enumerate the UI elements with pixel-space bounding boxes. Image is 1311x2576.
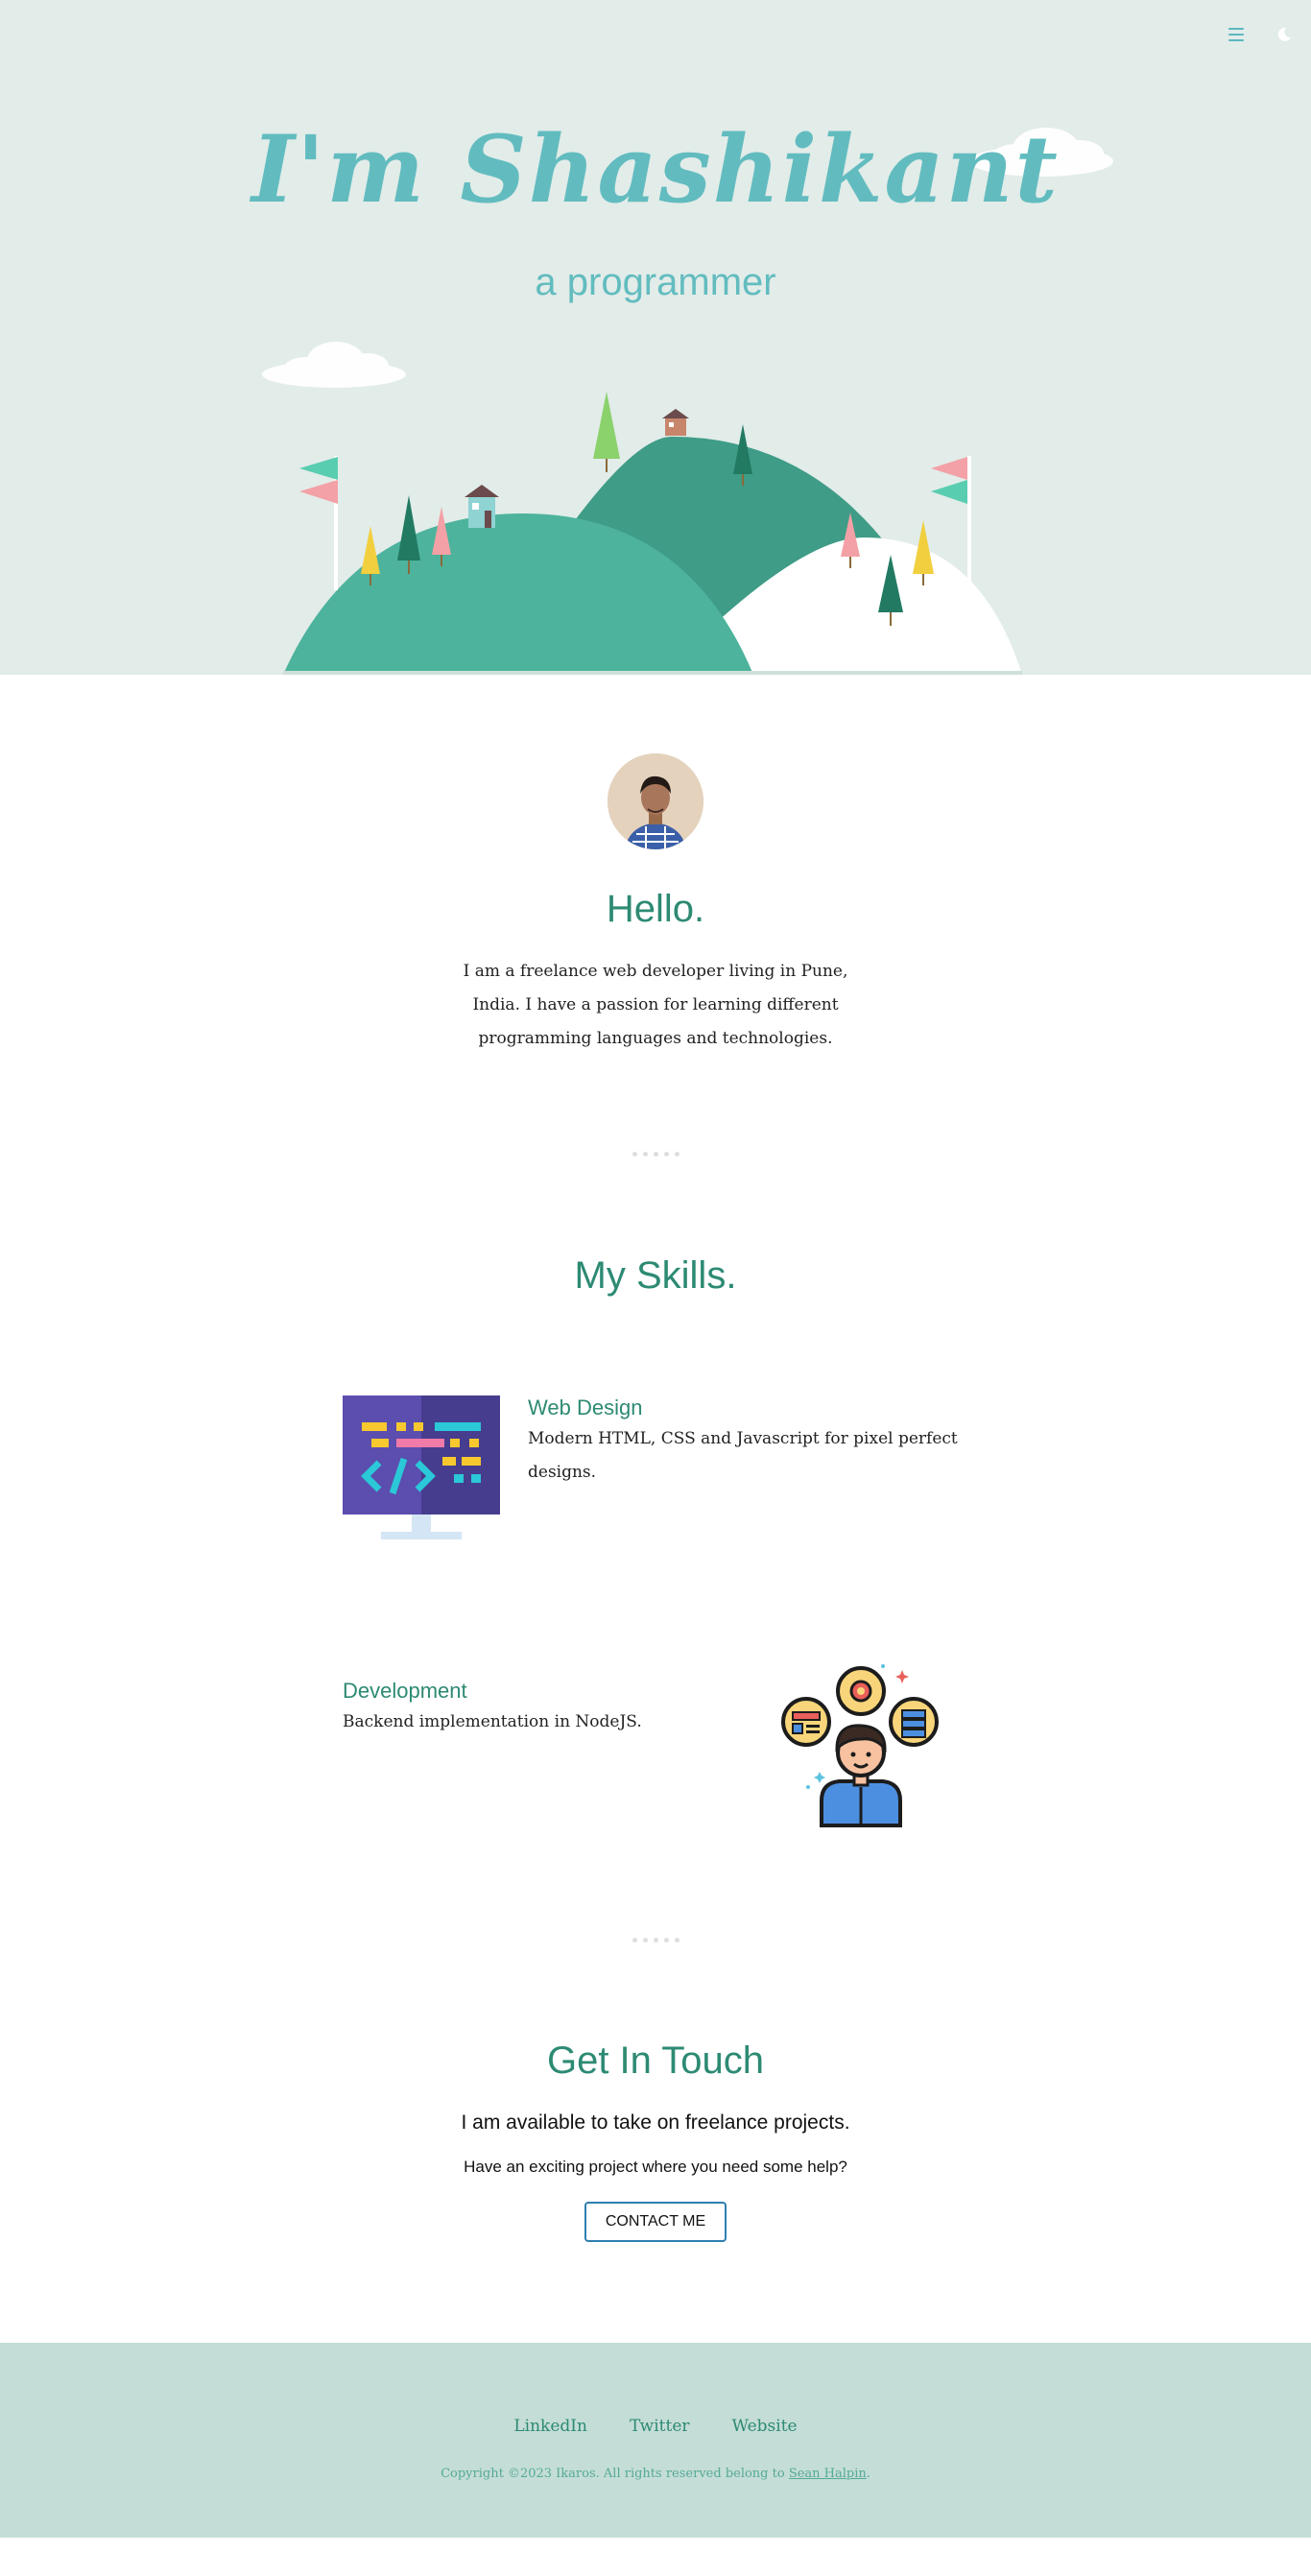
- hills-illustration: [262, 128, 1113, 675]
- avatar: [608, 753, 703, 849]
- hero-section: I'm Shashikant a programmer: [0, 0, 1311, 675]
- developer-icon: [781, 1664, 939, 1827]
- tree-icon: [593, 392, 620, 472]
- skill-web-design: Web Design Modern HTML, CSS and Javascri…: [0, 1395, 1311, 1549]
- contact-section: Get In Touch I am available to take on f…: [0, 1943, 1311, 2343]
- copyright-text: Copyright ©2023 Ikaros. All rights reser…: [0, 2467, 1311, 2481]
- contact-heading: Get In Touch: [546, 2039, 765, 2082]
- copyright-suffix: .: [866, 2467, 870, 2481]
- copyright-prefix: Copyright ©2023 Ikaros. All rights reser…: [441, 2467, 785, 2481]
- footer-link-website[interactable]: Website: [732, 2417, 798, 2436]
- about-text: I am a freelance web developer living in…: [463, 962, 848, 1048]
- about-section: Hello. I am a freelance web developer li…: [0, 675, 1311, 1157]
- footer-links: LinkedIn Twitter Website: [0, 2417, 1311, 2436]
- hero-subtitle: a programmer: [535, 261, 776, 303]
- moon-icon[interactable]: [1276, 27, 1292, 42]
- hello-heading: Hello.: [606, 888, 705, 930]
- footer-link-twitter[interactable]: Twitter: [630, 2417, 690, 2436]
- skill-development: Development Backend implementation in No…: [0, 1664, 1311, 1847]
- skill-description: Modern HTML, CSS and Javascript for pixe…: [528, 1429, 958, 1482]
- cloud-icon: [262, 342, 406, 388]
- copyright-author-link[interactable]: Sean Halpin: [789, 2467, 867, 2481]
- house-icon: [662, 409, 689, 436]
- skills-heading: My Skills.: [574, 1254, 737, 1297]
- skill-title: Development: [343, 1679, 467, 1703]
- skill-title: Web Design: [528, 1395, 643, 1419]
- contact-lead-text: I am available to take on freelance proj…: [461, 2111, 850, 2134]
- skill-description: Backend implementation in NodeJS.: [343, 1712, 642, 1731]
- flag-icon: [299, 456, 338, 590]
- contact-me-button[interactable]: CONTACT ME: [584, 2202, 727, 2242]
- code-monitor-icon: [343, 1395, 500, 1539]
- skills-section: My Skills. Web Design Modern HTML, CSS a…: [0, 1157, 1311, 1943]
- house-icon: [465, 485, 499, 528]
- contact-sub-text: Have an exciting project where you need …: [464, 2158, 847, 2176]
- footer-link-linkedin[interactable]: LinkedIn: [513, 2417, 587, 2436]
- hero-title: I'm Shashikant: [251, 115, 1060, 224]
- footer: LinkedIn Twitter Website Copyright ©2023…: [0, 2343, 1311, 2538]
- hamburger-menu-icon[interactable]: [1228, 28, 1244, 41]
